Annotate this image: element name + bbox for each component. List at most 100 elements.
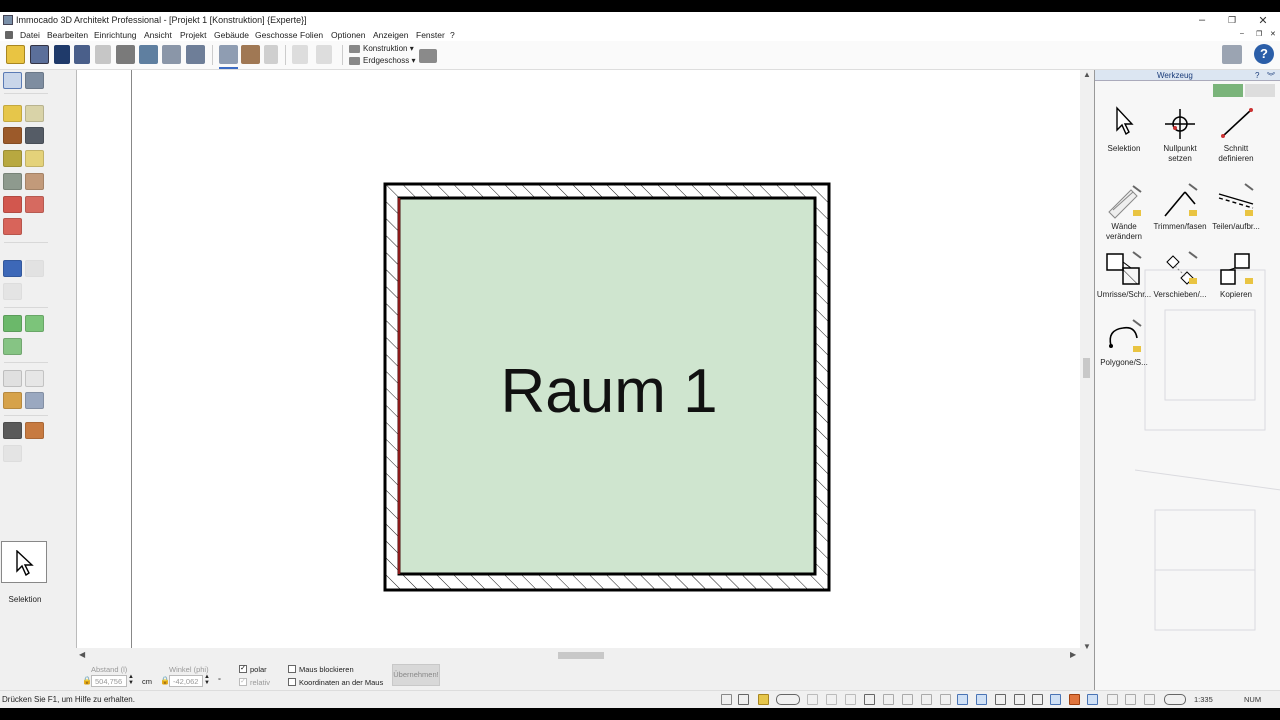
compass-icon[interactable]	[1014, 694, 1025, 705]
pen-width-icon[interactable]	[1164, 694, 1186, 705]
stairs-icon[interactable]	[3, 150, 22, 167]
room-edit-icon[interactable]	[25, 196, 44, 213]
undo-icon[interactable]	[54, 45, 70, 64]
horizontal-scrollbar[interactable]: ◀ ▶	[76, 648, 1080, 662]
tool-waende[interactable]: Wände verändern	[1095, 182, 1153, 242]
symbols-icon[interactable]	[3, 422, 22, 439]
angle-input[interactable]: -42,062	[169, 675, 203, 687]
house-3d-icon[interactable]	[241, 45, 260, 64]
lock-icon[interactable]	[264, 45, 278, 64]
close-button[interactable]: ✕	[1255, 14, 1271, 27]
scroll-right-icon[interactable]: ▶	[1070, 650, 1076, 659]
label-mode-icon[interactable]	[1087, 694, 1098, 705]
menu-gebaeude[interactable]: Gebäude	[214, 30, 249, 40]
menu-bearbeiten[interactable]: Bearbeiten	[47, 30, 88, 40]
pipes-icon[interactable]	[25, 422, 44, 439]
menu-anzeigen[interactable]: Anzeigen	[373, 30, 408, 40]
layers-icon[interactable]	[419, 49, 437, 63]
ortho-icon[interactable]	[940, 694, 951, 705]
hatch-toggle-icon[interactable]	[864, 694, 875, 705]
relative-checkbox[interactable]: ✓	[239, 678, 247, 686]
house-2d-icon[interactable]	[219, 45, 238, 64]
snap-middle-icon[interactable]	[845, 694, 856, 705]
door-icon[interactable]	[3, 127, 22, 144]
select-multi-icon[interactable]	[25, 72, 44, 89]
tool-umrisse[interactable]: Umrisse/Schr...	[1095, 250, 1153, 300]
status-snap-icon[interactable]	[721, 694, 732, 705]
menu-geschosse[interactable]: Geschosse	[255, 30, 298, 40]
light-icon[interactable]	[1125, 694, 1136, 705]
vertical-scrollbar[interactable]: ▲ ▼	[1080, 70, 1093, 654]
menu-fenster[interactable]: Fenster	[416, 30, 445, 40]
terrain-area-icon[interactable]	[3, 338, 22, 355]
zoom-icon[interactable]	[162, 45, 181, 64]
open-folder-icon[interactable]	[6, 45, 25, 64]
scroll-down-icon[interactable]: ▼	[1083, 642, 1091, 651]
panel-view-icon[interactable]	[1213, 84, 1243, 97]
window-icon[interactable]	[25, 127, 44, 144]
tools-icon[interactable]	[1144, 694, 1155, 705]
wall-icon[interactable]	[3, 105, 22, 122]
scale-value[interactable]: 1:335	[1194, 695, 1213, 704]
dimension-mode-icon[interactable]	[957, 694, 968, 705]
terrain-edit-icon[interactable]	[25, 315, 44, 332]
circle-snap-icon[interactable]	[883, 694, 894, 705]
restore-button[interactable]: ❐	[1224, 15, 1240, 26]
menu-datei[interactable]: Datei	[20, 30, 40, 40]
tool-teilen[interactable]: Teilen/aufbr...	[1207, 182, 1265, 232]
tool-nullpunkt[interactable]: Nullpunkt setzen	[1151, 104, 1209, 164]
text-mode-icon[interactable]	[976, 694, 987, 705]
tool-selektion[interactable]: Selektion	[1095, 104, 1153, 154]
mdi-close-button[interactable]: ✕	[1270, 30, 1276, 38]
lock-mouse-checkbox[interactable]	[288, 665, 296, 673]
menu-projekt[interactable]: Projekt	[180, 30, 206, 40]
catalog-icon[interactable]	[1222, 45, 1242, 64]
tool-kopieren[interactable]: Kopieren	[1207, 250, 1265, 300]
floor-dropdown[interactable]: Erdgeschoss ▾	[349, 56, 416, 65]
column-icon[interactable]	[25, 173, 44, 190]
drawing-canvas[interactable]: Raum 1	[76, 70, 1080, 648]
pen-icon[interactable]	[25, 392, 44, 409]
tool-schnitt[interactable]: Schnitt definieren	[1207, 104, 1265, 164]
screen-icon[interactable]	[139, 45, 158, 64]
menu-folien[interactable]: Folien	[300, 30, 323, 40]
distance-input[interactable]: 504,756	[91, 675, 127, 687]
room-label[interactable]: Raum 1	[500, 357, 717, 426]
roof-icon[interactable]	[3, 173, 22, 190]
view-mode-dropdown[interactable]: Konstruktion ▾	[349, 44, 414, 53]
horizontal-scroll-thumb[interactable]	[558, 652, 604, 659]
tree-icon[interactable]	[995, 694, 1006, 705]
mdi-restore-button[interactable]: ❐	[1256, 30, 1262, 38]
arrow-mode-icon[interactable]	[1032, 694, 1043, 705]
panel-options-icon[interactable]	[1245, 84, 1275, 97]
menu-ansicht[interactable]: Ansicht	[144, 30, 172, 40]
scroll-up-icon[interactable]: ▲	[1083, 70, 1091, 79]
select-arrow-icon[interactable]	[3, 72, 22, 89]
polar-checkbox[interactable]: ✓	[239, 665, 247, 673]
save-icon[interactable]	[30, 45, 49, 64]
pencil-status-icon[interactable]	[758, 694, 769, 705]
menu-einrichtung[interactable]: Einrichtung	[94, 30, 137, 40]
grid-icon[interactable]	[738, 694, 749, 705]
furniture-icon[interactable]	[3, 260, 22, 277]
display-mode-icon[interactable]	[776, 694, 800, 705]
mdi-minimize-button[interactable]: –	[1240, 30, 1244, 37]
panel-collapse-icon[interactable]: ︾	[1267, 71, 1275, 82]
text-icon[interactable]	[25, 370, 44, 387]
render-icon[interactable]	[1069, 694, 1080, 705]
floor-area-icon[interactable]	[3, 218, 22, 235]
room-icon[interactable]	[3, 196, 22, 213]
layer-snap-icon[interactable]	[921, 694, 932, 705]
menu-help[interactable]: ?	[450, 30, 455, 40]
pencil-icon[interactable]	[3, 392, 22, 409]
panel-help-button[interactable]: ?	[1255, 71, 1259, 80]
wall-3d-icon[interactable]	[25, 105, 44, 122]
distance-stepper[interactable]: ▲ ▼	[128, 674, 134, 686]
tool-polygone[interactable]: Polygone/S...	[1095, 318, 1153, 368]
tool-trimmen[interactable]: Trimmen/fasen	[1151, 182, 1209, 232]
level-icon[interactable]	[1107, 694, 1118, 705]
slab-icon[interactable]	[25, 150, 44, 167]
dimension-icon[interactable]	[3, 370, 22, 387]
tool-verschieben[interactable]: Verschieben/...	[1151, 250, 1209, 300]
zoom-extents-icon[interactable]	[186, 45, 205, 64]
